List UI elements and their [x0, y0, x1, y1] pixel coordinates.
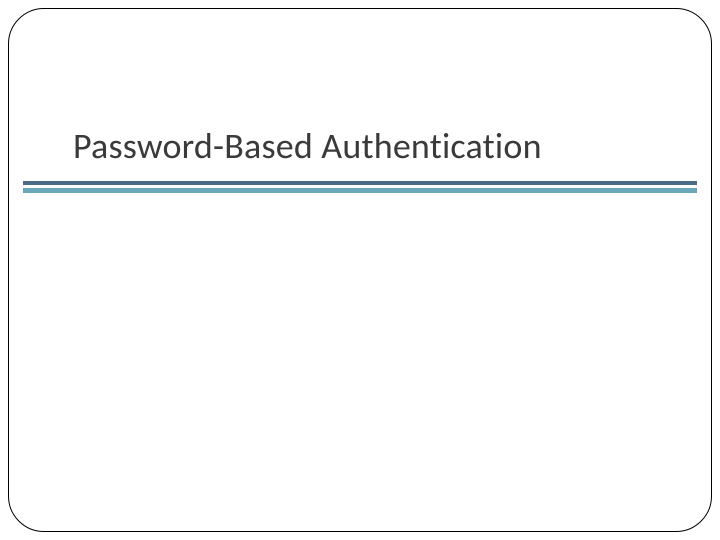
accent-bars	[23, 181, 697, 193]
title-area: Password-Based Authentication	[73, 124, 647, 168]
slide-title: Password-Based Authentication	[73, 124, 647, 168]
slide-frame: Password-Based Authentication	[8, 8, 712, 532]
accent-bar-light	[23, 188, 697, 193]
